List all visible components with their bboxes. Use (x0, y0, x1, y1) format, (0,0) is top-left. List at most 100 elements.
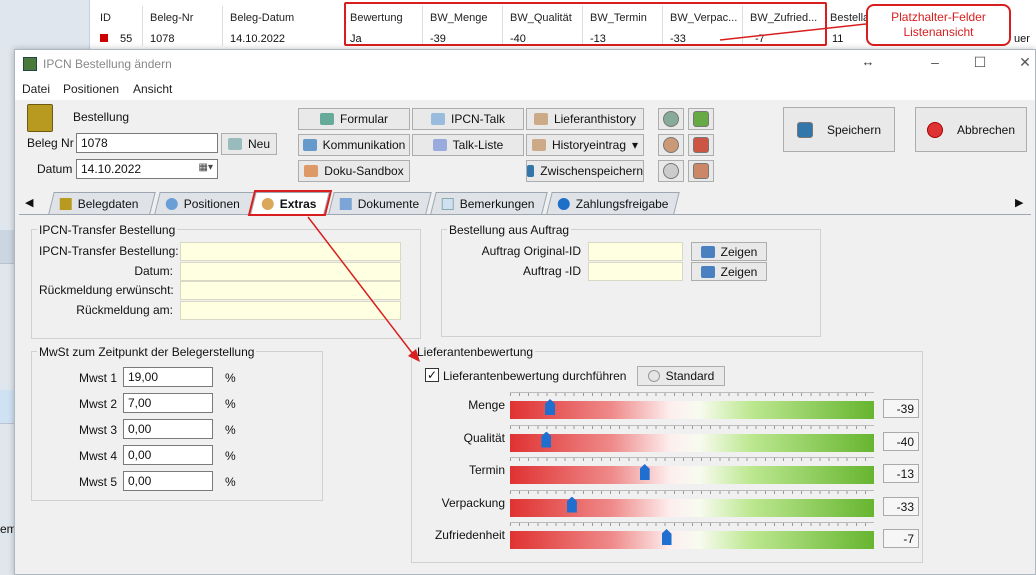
bewertung-checkbox[interactable]: ✓ (425, 368, 439, 382)
tab-positionen[interactable]: Positionen (154, 192, 256, 214)
mwst-field[interactable]: 0,00 (123, 419, 213, 439)
kommunikation-button[interactable]: Kommunikation (298, 134, 410, 156)
ipcn-transfer-field[interactable] (180, 242, 401, 261)
list-header[interactable]: Beleg-Nr (150, 12, 193, 24)
zeigen-label: Zeigen (720, 264, 758, 279)
doku-sandbox-button[interactable]: Doku-Sandbox (298, 160, 410, 182)
list-header[interactable]: Bestella (830, 12, 869, 24)
auftrag-original-id-field[interactable] (588, 242, 683, 261)
menu-bar: Datei Positionen Ansicht (15, 78, 1035, 100)
mwst-field[interactable]: 19,00 (123, 367, 213, 387)
standard-icon (647, 370, 660, 382)
list-cell: uer (1014, 33, 1030, 45)
minimize-button[interactable]: – (925, 54, 945, 70)
list-cell[interactable]: 1078 (150, 33, 174, 45)
menu-datei[interactable]: Datei (22, 82, 50, 96)
rueckmeldung-am-field[interactable] (180, 301, 401, 320)
zeigen-original-button[interactable]: Zeigen (691, 242, 767, 261)
historyeintrag-button[interactable]: Historyeintrag ▾ (526, 134, 644, 156)
order-edit-window: IPCN Bestellung ändern ↔ – ☐ ✕ Datei Pos… (14, 49, 1036, 575)
zwischenspeichern-button[interactable]: Zwischenspeichern (526, 160, 644, 182)
rating-slider[interactable] (510, 433, 874, 452)
historyeintrag-label: Historyeintrag (551, 138, 626, 152)
slider-ticks (510, 522, 874, 526)
lock2-button[interactable] (658, 134, 684, 156)
list-cell[interactable]: 11 (832, 33, 843, 45)
tab-zahlungsfreigabe[interactable]: Zahlungsfreigabe (546, 192, 680, 214)
rating-label: Termin (468, 463, 505, 477)
neu-button[interactable]: Neu (221, 133, 277, 155)
mwst-label: Mwst 4 (78, 449, 117, 463)
auftrag-id-field[interactable] (588, 262, 683, 281)
lock-icon (663, 111, 679, 127)
menu-ansicht[interactable]: Ansicht (133, 82, 172, 96)
ipcn-datum-field[interactable] (180, 262, 401, 281)
tab-extras[interactable]: Extras (248, 190, 332, 216)
speichern-button[interactable]: Speichern (783, 107, 895, 152)
slider-ticks (510, 489, 874, 494)
rating-value: -40 (883, 431, 919, 451)
list-icon (432, 139, 447, 151)
field-label: Rückmeldung erwünscht: (39, 283, 174, 297)
rating-slider[interactable] (510, 531, 874, 549)
list-cell[interactable]: 14.10.2022 (230, 33, 285, 45)
mwst-field[interactable]: 0,00 (123, 471, 213, 491)
phone-icon (302, 139, 317, 151)
tab-label: Zahlungsfreigabe (575, 196, 669, 211)
background-row (0, 230, 14, 264)
user2-button[interactable] (688, 134, 714, 156)
lock3-button[interactable] (658, 160, 684, 182)
standard-label: Standard (665, 369, 715, 383)
tab-scroll-left-icon[interactable]: ◀ (25, 196, 33, 209)
group-title: Bestellung aus Auftrag (447, 223, 572, 237)
callout-line: Platzhalter-Felder (891, 10, 986, 24)
datum-field[interactable]: 14.10.2022 ▦▾ (76, 159, 218, 179)
user-button[interactable] (688, 108, 714, 130)
user-icon (693, 137, 709, 153)
new-icon (227, 138, 242, 150)
mwst-label: Mwst 2 (78, 397, 117, 411)
rating-slider[interactable] (510, 466, 874, 484)
resize-icon[interactable]: ↔ (858, 54, 878, 69)
tab-label: Bemerkungen (459, 196, 535, 211)
tab-dokumente[interactable]: Dokumente (328, 192, 432, 214)
tab-bemerkungen[interactable]: Bemerkungen (430, 192, 548, 214)
lock-icon (663, 137, 679, 153)
tab-scroll-right-icon[interactable]: ▶ (1015, 196, 1023, 209)
talk-liste-button[interactable]: Talk-Liste (412, 134, 524, 156)
zeigen-auftrag-button[interactable]: Zeigen (691, 262, 767, 281)
rueckmeldung-erwuenscht-field[interactable] (180, 281, 401, 300)
abbrechen-button[interactable]: Abbrechen (915, 107, 1027, 152)
rating-label: Zufriedenheit (434, 528, 505, 542)
lock-button[interactable] (658, 108, 684, 130)
list-cell[interactable]: 55 (120, 33, 132, 45)
rating-slider[interactable] (510, 401, 874, 419)
tab-belegdaten[interactable]: Belegdaten (48, 192, 156, 214)
standard-button[interactable]: Standard (637, 366, 725, 386)
comment-icon (441, 197, 454, 210)
callout-line: Listenansicht (903, 25, 974, 39)
maximize-button[interactable]: ☐ (970, 54, 990, 71)
list-header[interactable]: ID (100, 12, 111, 24)
list-header[interactable]: Beleg-Datum (230, 12, 294, 24)
lieferanthistory-button[interactable]: Lieferanthistory (526, 108, 644, 130)
ipcn-talk-button[interactable]: IPCN-Talk (412, 108, 524, 130)
close-button[interactable]: ✕ (1015, 54, 1035, 71)
rating-slider[interactable] (510, 498, 874, 517)
rating-value: -13 (883, 464, 919, 483)
mwst-field[interactable]: 7,00 (123, 393, 213, 413)
user-icon (693, 111, 709, 127)
calendar-dropdown-icon[interactable]: ▦▾ (199, 162, 213, 173)
users-button[interactable] (688, 160, 714, 182)
beleg-number-field[interactable]: 1078 (76, 133, 218, 153)
monitor-icon (700, 265, 715, 278)
mwst-field[interactable]: 0,00 (123, 445, 213, 465)
tab-label: Positionen (183, 196, 240, 211)
rating-label: Verpackung (441, 495, 505, 510)
kommunikation-label: Kommunikation (322, 138, 406, 152)
euro-icon (557, 197, 570, 210)
formular-button[interactable]: Formular (298, 108, 410, 130)
cancel-icon (926, 121, 943, 138)
mwst-label: Mwst 1 (78, 371, 117, 385)
menu-positionen[interactable]: Positionen (63, 82, 119, 96)
